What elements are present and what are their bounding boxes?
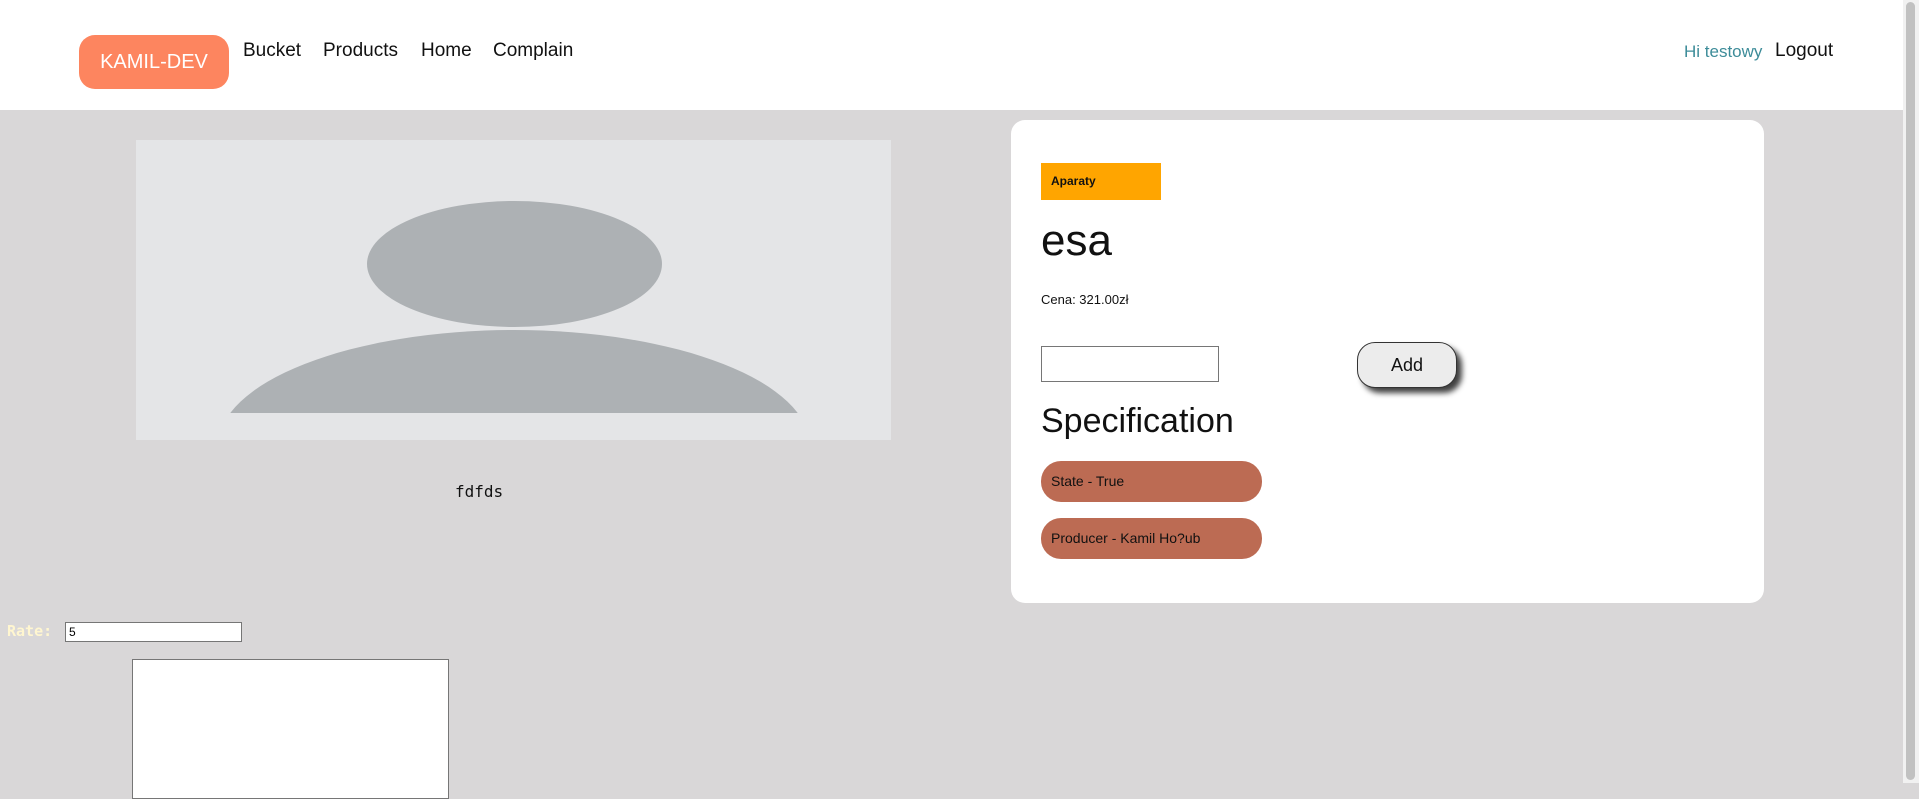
scrollbar-thumb[interactable] <box>1906 2 1915 780</box>
specification-heading: Specification <box>1041 402 1234 440</box>
navbar: KAMIL-DEV Bucket Products Home Complain … <box>0 0 1903 110</box>
product-description: fdfds <box>455 482 504 501</box>
nav-link-products[interactable]: Products <box>323 40 398 62</box>
avatar-placeholder-icon <box>367 201 662 327</box>
category-badge: Aparaty <box>1041 163 1161 200</box>
rate-label: Rate: <box>7 622 53 640</box>
rate-input[interactable] <box>65 622 242 642</box>
spec-item-state: State - True <box>1041 461 1262 502</box>
page-scrollbar[interactable] <box>1903 0 1919 783</box>
comment-textarea[interactable] <box>132 659 449 799</box>
product-price: Cena: 321.00zł <box>1041 292 1129 307</box>
product-name: esa <box>1041 216 1112 265</box>
user-greeting: Hi testowy <box>1684 42 1763 61</box>
nav-link-bucket[interactable]: Bucket <box>243 40 301 62</box>
product-image-placeholder <box>136 140 891 440</box>
spec-item-producer: Producer - Kamil Ho?ub <box>1041 518 1262 559</box>
logout-link[interactable]: Logout <box>1775 40 1833 62</box>
nav-link-complain[interactable]: Complain <box>493 40 573 62</box>
add-to-bucket-button[interactable]: Add <box>1357 342 1457 388</box>
quantity-input[interactable] <box>1041 346 1219 382</box>
product-card: Aparaty esa Cena: 321.00zł Add Specifica… <box>1011 120 1764 603</box>
nav-link-home[interactable]: Home <box>421 40 472 62</box>
brand-logo[interactable]: KAMIL-DEV <box>79 35 229 89</box>
